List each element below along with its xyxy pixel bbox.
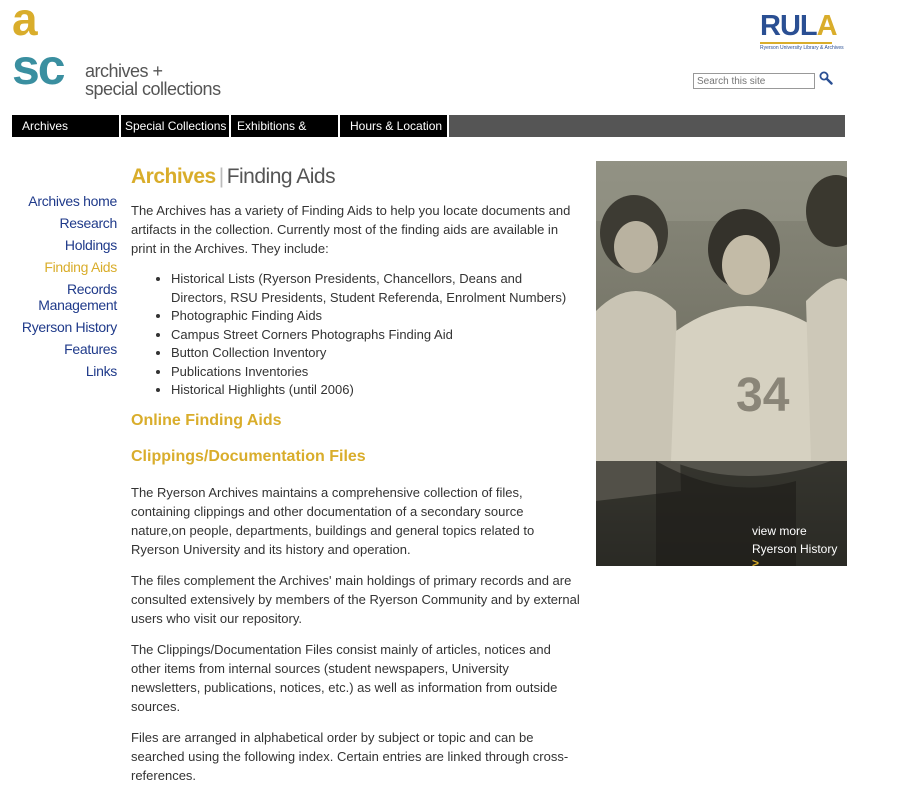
search-input[interactable] [693,73,815,89]
page-title-page: Finding Aids [226,165,336,188]
finding-aids-list: Historical Lists (Ryerson Presidents, Ch… [131,270,581,400]
list-item: Button Collection Inventory [171,344,581,363]
page-title: Archives | Finding Aids [131,165,581,189]
logo-text-archives: archives + [85,61,163,81]
photo-caption-view-more[interactable]: view more [752,524,807,538]
nav-tab-exhibitions-events[interactable]: Exhibitions & Events [231,115,340,155]
sidebar-item-research[interactable]: Research [20,215,117,231]
rula-logo-a: A [816,10,838,42]
sidebar-item-holdings[interactable]: Holdings [20,237,117,253]
page-title-separator: | [218,165,224,188]
rula-logo-rul: RUL [760,10,818,42]
clippings-heading: Clippings/Documentation Files [131,447,366,465]
body-paragraph: The Ryerson Archives maintains a compreh… [131,484,535,557]
search-icon[interactable] [819,71,833,85]
football-players-photo: 34 [596,161,847,566]
sidebar-item-links[interactable]: Links [20,363,117,379]
intro-paragraph: The Archives has a variety of Finding Ai… [131,203,571,256]
sidebar-item-finding-aids[interactable]: Finding Aids [20,259,117,275]
sidebar-item-ryerson-history[interactable]: Ryerson History [20,319,117,335]
rula-logo[interactable]: RULA Ryerson University Library & Archiv… [760,10,844,51]
sidebar-item-features[interactable]: Features [20,341,117,357]
rula-logo-subtitle: Ryerson University Library & Archives [760,45,844,51]
main-nav: Archives Special Collections Exhibitions… [12,115,845,155]
nav-tab-special-collections[interactable]: Special Collections [121,115,231,137]
logo-letter-a: a [12,0,38,45]
list-item: Historical Highlights (until 2006) [171,381,581,400]
body-paragraph: The Clippings/Documentation Files consis… [131,641,558,714]
sidebar-item-archives-home[interactable]: Archives home [20,193,117,209]
photo-caption-ryerson-history[interactable]: Ryerson History > [752,542,847,566]
logo-letters-sc: sc [12,39,66,95]
list-item: Publications Inventories [171,363,581,382]
list-item: Historical Lists (Ryerson Presidents, Ch… [171,270,581,307]
logo-text-special-collections: special collections [85,79,221,99]
nav-tab-hours-location[interactable]: Hours & Location [340,115,449,137]
rula-logo-rule [760,42,832,44]
ryerson-history-photo[interactable]: 34 view more Ryerson History > [596,161,847,566]
body-paragraph: The files complement the Archives' main … [131,572,580,626]
page-title-section: Archives [131,165,216,188]
svg-text:34: 34 [736,369,790,422]
sidebar-nav: Archives home Research Holdings Finding … [20,193,117,385]
list-item: Photographic Finding Aids [171,307,581,326]
main-content: Archives | Finding Aids The Archives has a… [131,165,581,797]
chevron-right-icon: > [752,556,760,566]
asc-logo[interactable]: a sc archives + special collections [12,0,242,99]
nav-tab-archives[interactable]: Archives [12,115,121,137]
list-item: Campus Street Corners Photographs Findin… [171,326,581,345]
sidebar-item-records-management[interactable]: Records Management [20,281,117,313]
body-paragraph: Files are arranged in alphabetical order… [131,729,569,783]
online-finding-aids-link[interactable]: Online Finding Aids [131,411,581,431]
